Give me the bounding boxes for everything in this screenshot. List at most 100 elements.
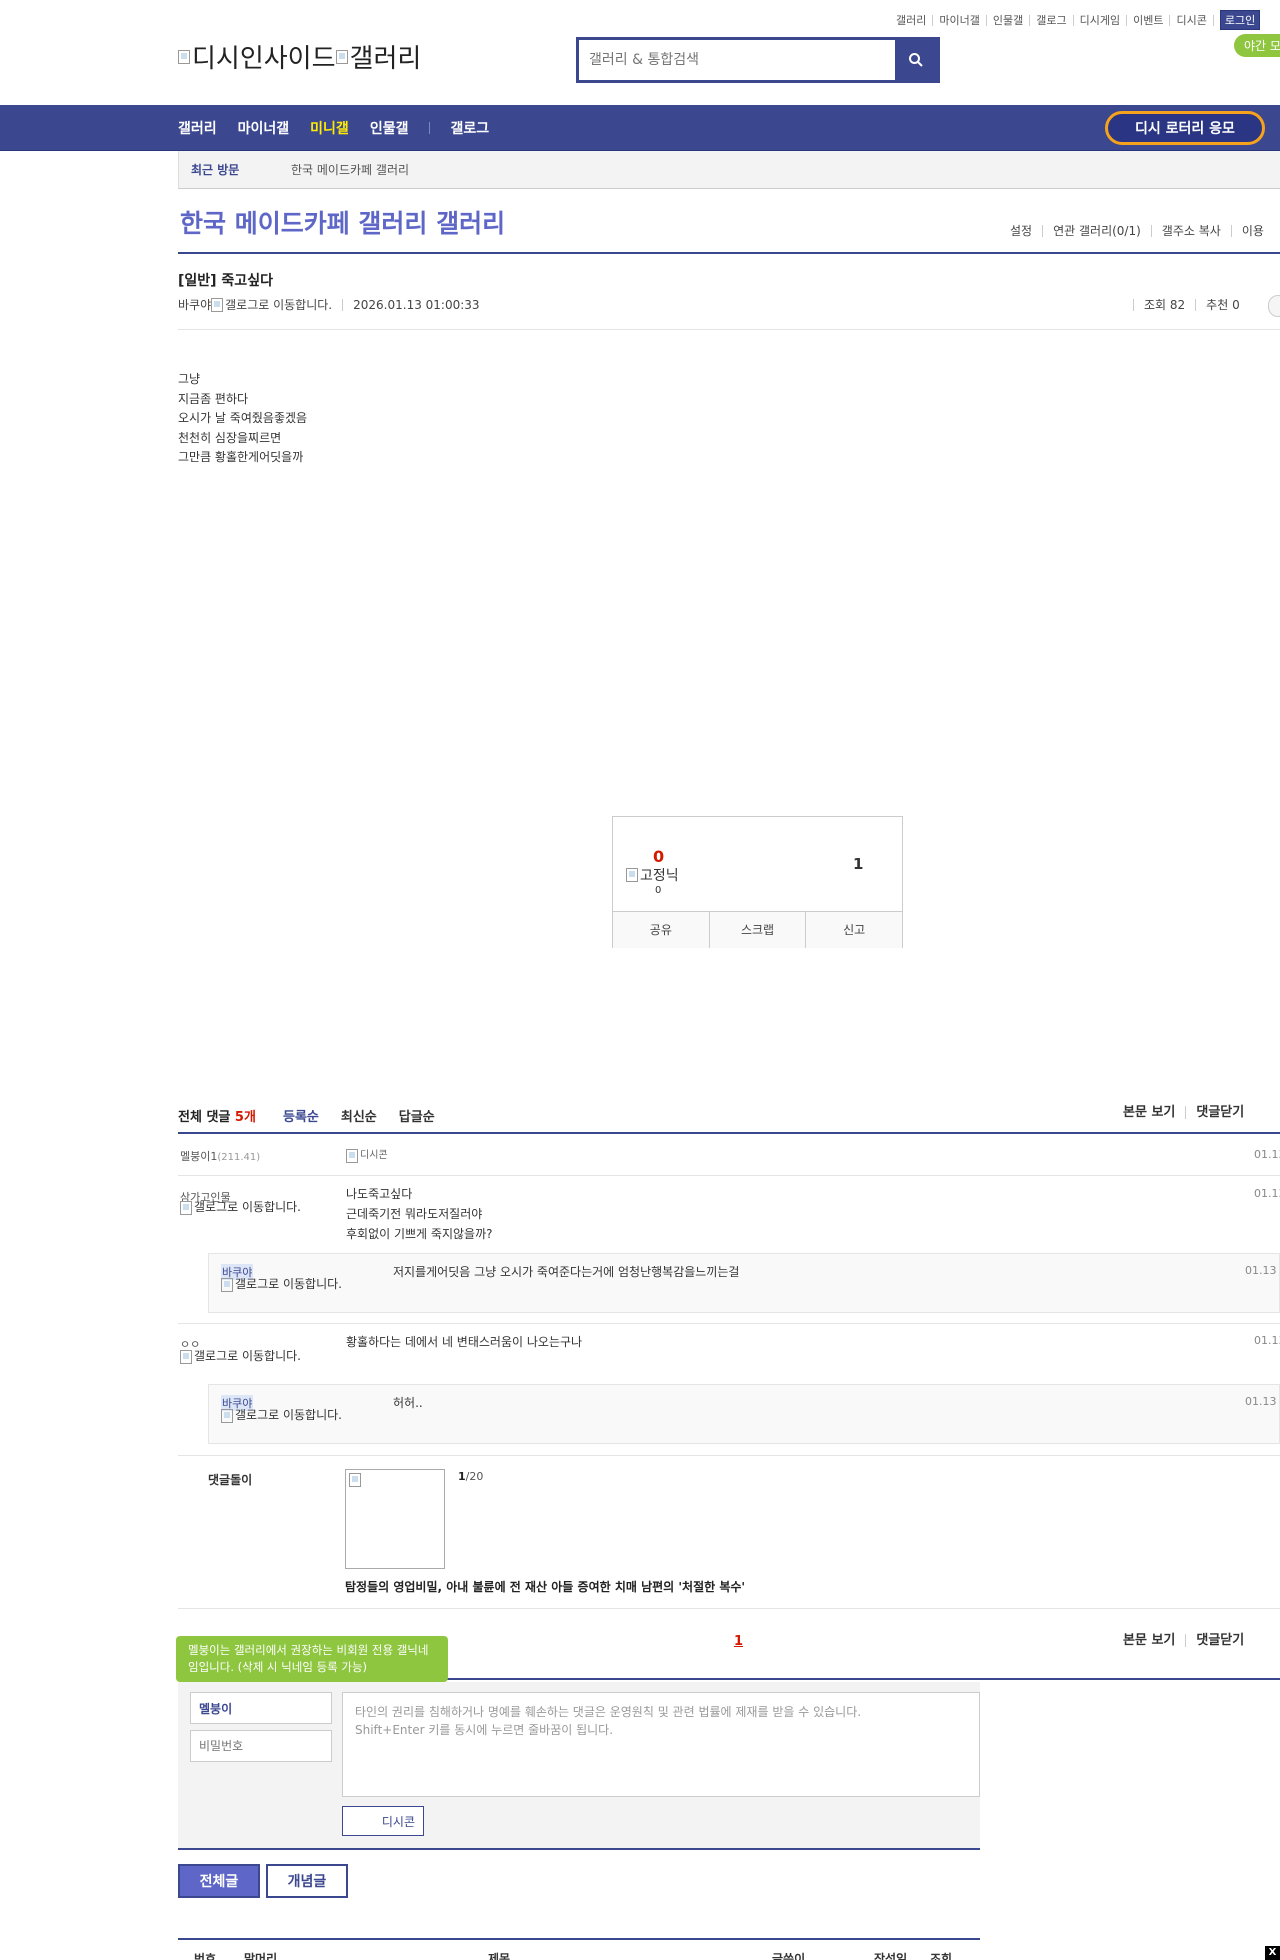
post-body-line: 천천히 심장을찌르면 [178,430,282,445]
gallog-icon[interactable] [211,297,224,312]
search-icon [909,53,923,67]
comment-text: 황홀하다는 데에서 네 변태스러움이 나오는구나 [346,1335,583,1349]
post-gallog-alt: 갤로그로 이동합니다. [225,298,333,312]
gallery-title[interactable]: 한국 메이드카페 갤러리 갤러리 [180,204,505,240]
comment-dolly-image[interactable] [345,1469,445,1569]
top-link-minor[interactable]: 마이너갤 [933,14,987,26]
concept-posts-button[interactable]: 개념글 [266,1864,348,1898]
reply-row: 바쿠야 갤로그로 이동합니다. 저지를게어딧음 그냥 오시가 죽여준다는거에 엄… [208,1253,1280,1313]
comment-gallog[interactable]: 갤로그로 이동합니다. [180,1201,310,1215]
close-comments-button[interactable]: 댓글닫기 [1185,1634,1254,1647]
share-button[interactable]: 공유 [613,912,709,948]
gnb-gallog[interactable]: 갤로그 [450,118,489,138]
comment-footer-actions: 본문 보기 댓글닫기 [1123,1634,1254,1647]
dolly-page-indicator: 1/20 [458,1470,483,1483]
comment-count: 5개 [234,1110,256,1125]
top-link-person[interactable]: 인물갤 [987,14,1031,26]
report-button[interactable]: 신고 [805,912,902,948]
recent-visit-item[interactable]: 한국 메이드카페 갤러리 [291,161,409,178]
post-body-line: 그만큼 황홀한게어딧을까 [178,450,304,464]
vote-box: 0 고정닉 0 1 공유 스크랩 신고 [612,816,903,948]
comment-time: 01.13 [1254,1334,1280,1347]
site-logo[interactable]: 디시인사이드 갤러리 [178,38,421,75]
gallery-usage[interactable]: 이용 [1230,225,1274,237]
recent-visit-bar: 최근 방문 한국 메이드카페 갤러리 [178,151,1280,189]
scrap-button[interactable]: 스크랩 [708,912,806,948]
post-recommend: 추천 0 [1195,299,1250,311]
recent-visit-label: 최근 방문 [191,163,240,177]
broken-image-icon [178,49,190,64]
gallog-icon [180,1201,192,1215]
comment-write-box: 디시콘 [178,1682,980,1850]
comment-page-current[interactable]: 1 [734,1634,743,1649]
sort-latest[interactable]: 최신순 [341,1106,377,1125]
gnb-gallery[interactable]: 갤러리 [178,118,217,138]
gnb-person[interactable]: 인물갤 [370,118,409,138]
reply-row: 바쿠야 갤로그로 이동합니다. 허허.. 01.13 0 [208,1384,1280,1444]
gallog-alt: 갤로그로 이동합니다. [194,1200,301,1214]
all-posts-button[interactable]: 전체글 [178,1864,260,1898]
post-more-button[interactable] [1268,295,1280,317]
comment-sorts: 등록순 최신순 답글순 [283,1106,457,1125]
gnb-minor[interactable]: 마이너갤 [238,118,290,138]
post-info: 바쿠야 갤로그로 이동합니다. 2026.01.13 01:00:33 [178,296,480,313]
top-link-dccon[interactable]: 디시콘 [1170,14,1214,26]
lotto-button[interactable]: 디시 로터리 응모 [1105,111,1265,145]
copy-gallery-url[interactable]: 갤주소 복사 [1150,225,1231,237]
comment-gallog[interactable]: 갤로그로 이동합니다. [180,1350,310,1364]
top-link-event[interactable]: 이벤트 [1127,14,1171,26]
comment-ip: (211.41) [217,1152,261,1163]
top-link-game[interactable]: 디시게임 [1074,14,1128,26]
dolly-headline[interactable]: 탐정들의 영업비밀, 아내 불륜에 전 재산 아들 증여한 치매 남편의 '처절… [345,1578,745,1595]
vote-action-bar: 공유 스크랩 신고 [613,911,902,948]
top-link-gallery[interactable]: 갤러리 [890,14,934,26]
list-col-date: 작성일 [874,1952,908,1960]
post-author[interactable]: 바쿠야 [178,296,211,313]
comment-total: 전체 댓글 5개 [178,1106,256,1125]
global-nav: 갤러리 마이너갤 미니갤 인물갤 갤로그 디시 로터리 응모 [0,105,1280,151]
reply-text: 저지를게어딧음 그냥 오시가 죽여준다는거에 엄청난행복감을느끼는걸 [393,1265,740,1279]
gallery-menu: 설정 연관 갤러리(0/1) 갤주소 복사 이용 [1000,225,1274,237]
comment-textarea[interactable] [342,1692,980,1797]
logo-gallery-alt: 갤러리 [349,44,422,74]
comment-header: 전체 댓글 5개 등록순 최신순 답글순 본문 보기 댓글닫기 [178,1106,1280,1134]
upvote-count[interactable]: 0 [653,847,664,866]
comment-row: 멜붕이1(211.41) 디시콘 01.13 01 [178,1136,1280,1176]
night-mode-button[interactable]: 야간 모드 [1234,34,1280,57]
gonick-count: 0 [655,885,662,896]
comment-text: 나도죽고싶다 근데죽기전 뭐라도저질러야 후회없이 기쁘게 죽지않을까? [346,1184,492,1244]
downvote-count[interactable]: 1 [853,855,863,873]
comment-time: 01.13 [1254,1187,1280,1200]
list-col-views: 조회 [930,1952,953,1960]
comment-nick[interactable]: 멜붕이1(211.41) [180,1148,260,1164]
password-input[interactable] [190,1730,332,1762]
top-link-gallog[interactable]: 갤로그 [1030,14,1074,26]
dccon-alt: 디시콘 [360,1150,388,1161]
list-col-number: 번호 [194,1952,217,1960]
login-button[interactable]: 로그인 [1219,10,1261,30]
gnb-mini[interactable]: 미니갤 [310,118,349,138]
gonick-vote[interactable]: 고정닉 [626,865,679,885]
broken-image-icon [346,1149,358,1163]
reply-gallog[interactable]: 갤로그로 이동합니다. [221,1278,351,1292]
close-comments-button[interactable]: 댓글닫기 [1185,1106,1254,1119]
related-gallery[interactable]: 연관 갤러리(0/1) [1042,225,1151,237]
dolly-divider [178,1608,1280,1609]
gallog-alt: 갤로그로 이동합니다. [235,1277,342,1291]
search-button[interactable] [895,40,937,80]
nickname-input[interactable] [190,1692,332,1724]
gallog-icon [221,1409,233,1423]
search-input[interactable] [579,40,895,80]
comment-time: 01.13 01 [1254,1148,1280,1161]
sort-replies[interactable]: 답글순 [399,1106,435,1125]
close-ad-icon[interactable]: X [1265,1946,1280,1960]
gallery-settings[interactable]: 설정 [1000,225,1042,237]
reply-time: 01.13 0 [1245,1264,1280,1277]
view-body-button[interactable]: 본문 보기 [1123,1106,1185,1119]
reply-gallog[interactable]: 갤로그로 이동합니다. [221,1409,351,1423]
post-views: 조회 82 [1133,299,1195,311]
comment-dccon-image: 디시콘 [346,1146,388,1166]
view-body-button[interactable]: 본문 보기 [1123,1634,1185,1647]
dccon-button[interactable]: 디시콘 [342,1806,424,1836]
sort-registered[interactable]: 등록순 [283,1106,319,1125]
